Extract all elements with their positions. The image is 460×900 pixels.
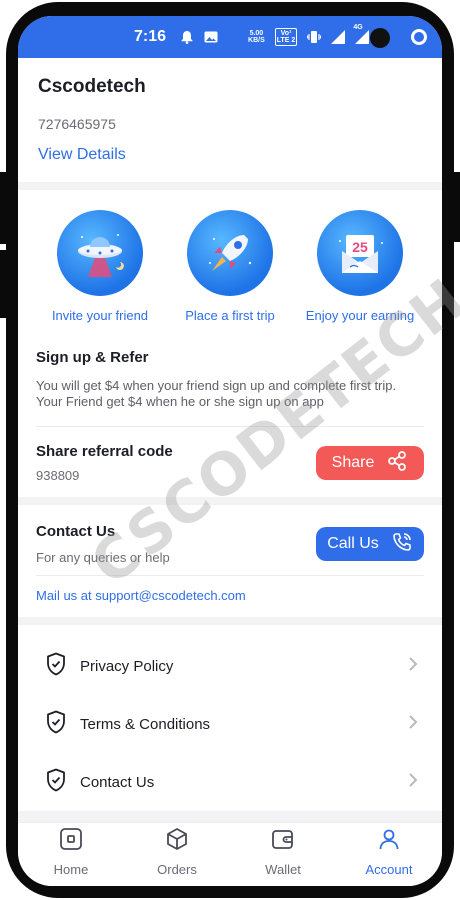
- camera-hole: [370, 28, 390, 48]
- view-details-link[interactable]: View Details: [38, 146, 126, 164]
- signal-icon: [331, 30, 346, 44]
- chevron-right-icon: [408, 772, 418, 793]
- shield-check-icon: [46, 768, 66, 797]
- alarm-icon: [180, 30, 194, 44]
- menu-label: Privacy Policy: [80, 657, 174, 675]
- tab-label: Account: [365, 861, 413, 877]
- call-us-label: Call Us: [327, 535, 379, 552]
- menu-label: Terms & Conditions: [80, 715, 211, 733]
- envelope-badge: 25: [352, 239, 368, 255]
- menu-item-contact-us[interactable]: Contact Us: [46, 753, 418, 811]
- menu-item-terms-conditions[interactable]: Terms & Conditions: [46, 695, 418, 753]
- lte-top: Vo¹: [280, 30, 292, 37]
- contact-info: Contact Us For any queries or help: [36, 523, 170, 565]
- tab-wallet[interactable]: Wallet: [243, 827, 323, 877]
- shield-check-icon: [46, 710, 66, 739]
- side-button-left-2: [0, 250, 8, 318]
- side-button-right: [452, 172, 460, 242]
- refer-steps: Invite your friend Place a first trip 25…: [36, 210, 424, 323]
- menu-item-privacy-policy[interactable]: Privacy Policy: [46, 637, 418, 695]
- contact-subtitle: For any queries or help: [36, 550, 170, 565]
- profile-card: Cscodetech 7276465975 View Details: [18, 58, 442, 182]
- image-icon: [204, 31, 218, 43]
- share-referral-row: Share referral code 938809 Share: [36, 427, 424, 497]
- user-name: Cscodetech: [38, 76, 146, 97]
- net-speed-unit: KB/S: [248, 37, 265, 44]
- status-time: 7:16: [134, 28, 167, 45]
- net-speed-value: 5.00: [249, 30, 264, 37]
- lte-bottom: LTE 2: [276, 37, 296, 44]
- vibrate-icon: [307, 30, 322, 44]
- chevron-right-icon: [408, 714, 418, 735]
- tab-label: Home: [53, 861, 89, 877]
- settings-menu: Privacy Policy Terms & Conditions Contac…: [18, 625, 442, 811]
- step-trip: Place a first trip: [166, 210, 294, 323]
- tab-label: Wallet: [265, 861, 301, 877]
- menu-label: Contact Us: [80, 773, 155, 791]
- box-icon: [165, 827, 189, 856]
- phone-call-icon: [391, 531, 413, 558]
- battery-icon: [411, 29, 428, 45]
- envelope-25-icon: 25: [317, 210, 403, 296]
- net-type-label: 4G: [353, 24, 363, 31]
- step-trip-label: Place a first trip: [185, 308, 275, 323]
- chevron-right-icon: [408, 656, 418, 677]
- signup-desc-line1: You will get $4 when your friend sign up…: [36, 378, 397, 393]
- network-speed: 5.00 KB/S: [248, 30, 265, 44]
- step-earning-label: Enjoy your earning: [305, 308, 415, 323]
- signup-refer-description: You will get $4 when your friend sign up…: [36, 378, 424, 410]
- bottom-tab-bar: Home Orders Wallet Account: [18, 822, 442, 886]
- side-button-left: [0, 172, 8, 244]
- call-us-button[interactable]: Call Us: [316, 527, 424, 561]
- shield-check-icon: [46, 652, 66, 681]
- referral-code: 938809: [36, 468, 80, 483]
- ufo-icon: [57, 210, 143, 296]
- lte-indicator: Vo¹ LTE 2: [274, 28, 298, 46]
- rocket-icon: [187, 210, 273, 296]
- contact-row: Contact Us For any queries or help Call …: [36, 505, 424, 575]
- tab-account[interactable]: Account: [349, 827, 429, 877]
- person-icon: [377, 827, 401, 856]
- share-referral-info: Share referral code 938809: [36, 443, 173, 483]
- home-icon: [59, 827, 83, 856]
- refer-section: Invite your friend Place a first trip 25…: [18, 190, 442, 497]
- tab-orders[interactable]: Orders: [137, 827, 217, 877]
- step-invite: Invite your friend: [36, 210, 164, 323]
- share-icon: [386, 450, 408, 477]
- contact-title: Contact Us: [36, 523, 116, 540]
- app-screen: 7:16 5.00 KB/S Vo¹ LTE 2 4G 4 Cscodetech…: [18, 16, 442, 886]
- user-phone: 7276465975: [38, 116, 116, 132]
- tab-home[interactable]: Home: [31, 827, 111, 877]
- share-referral-label: Share referral code: [36, 443, 173, 460]
- step-earning: 25 Enjoy your earning: [296, 210, 424, 323]
- signup-refer-title: Sign up & Refer: [36, 349, 149, 366]
- signup-desc-line2: Your Friend get $4 when he or she sign u…: [36, 394, 324, 409]
- contact-section: Contact Us For any queries or help Call …: [18, 505, 442, 617]
- signal-4g-icon: 4G: [353, 24, 370, 44]
- share-button-label: Share: [331, 454, 375, 471]
- wallet-icon: [271, 827, 295, 856]
- step-invite-label: Invite your friend: [51, 308, 149, 323]
- share-button[interactable]: Share: [316, 446, 424, 480]
- tab-label: Orders: [157, 861, 197, 877]
- mail-support-link[interactable]: Mail us at support@cscodetech.com: [36, 576, 424, 617]
